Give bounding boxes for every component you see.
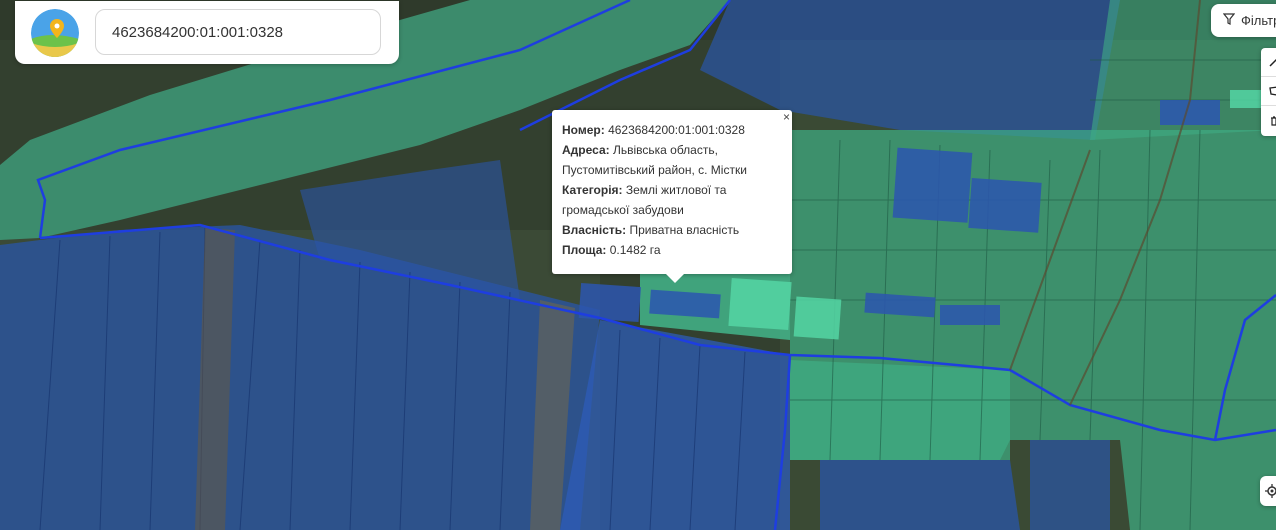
number-label: Номер: (562, 123, 605, 137)
area-value: 0.1482 га (609, 243, 661, 257)
address-value-line1: Львівська область, (612, 143, 718, 157)
filter-icon (1222, 13, 1236, 28)
popup-pointer (665, 273, 685, 283)
popup-close-button[interactable]: × (783, 110, 790, 124)
draw-polygon-tool-icon[interactable] (1261, 77, 1276, 106)
ownership-label: Власність: (562, 223, 627, 237)
popup-address-row: Адреса: Львівська область, (562, 140, 782, 160)
popup-area-row: Площа: 0.1482 га (562, 240, 782, 260)
address-label: Адреса: (562, 143, 610, 157)
category-label: Категорія: (562, 183, 623, 197)
filter-button[interactable]: Фільтр (1211, 4, 1276, 37)
filter-label: Фільтр (1241, 13, 1276, 28)
popup-category-row: Категорія: Землі житлової та (562, 180, 782, 200)
number-value: 4623684200:01:001:0328 (608, 123, 745, 137)
area-label: Площа: (562, 243, 607, 257)
map-tools-panel (1261, 48, 1276, 136)
address-value-line2: Пустомитівський район, с. Містки (562, 163, 747, 177)
map-pin-logo-icon[interactable] (31, 9, 79, 57)
delete-tool-icon[interactable] (1261, 106, 1276, 135)
search-panel (15, 1, 399, 64)
draw-line-tool-icon[interactable] (1261, 48, 1276, 77)
ownership-value: Приватна власність (629, 223, 740, 237)
popup-ownership-row: Власність: Приватна власність (562, 220, 782, 240)
locate-icon[interactable] (1260, 476, 1276, 506)
cadastral-search-input[interactable] (95, 9, 381, 55)
category-value-line1: Землі житлової та (625, 183, 727, 197)
parcel-info-popup: × Номер: 4623684200:01:001:0328 Адреса: … (552, 110, 792, 274)
category-value-line2: громадської забудови (562, 203, 684, 217)
popup-number-row: Номер: 4623684200:01:001:0328 (562, 120, 782, 140)
